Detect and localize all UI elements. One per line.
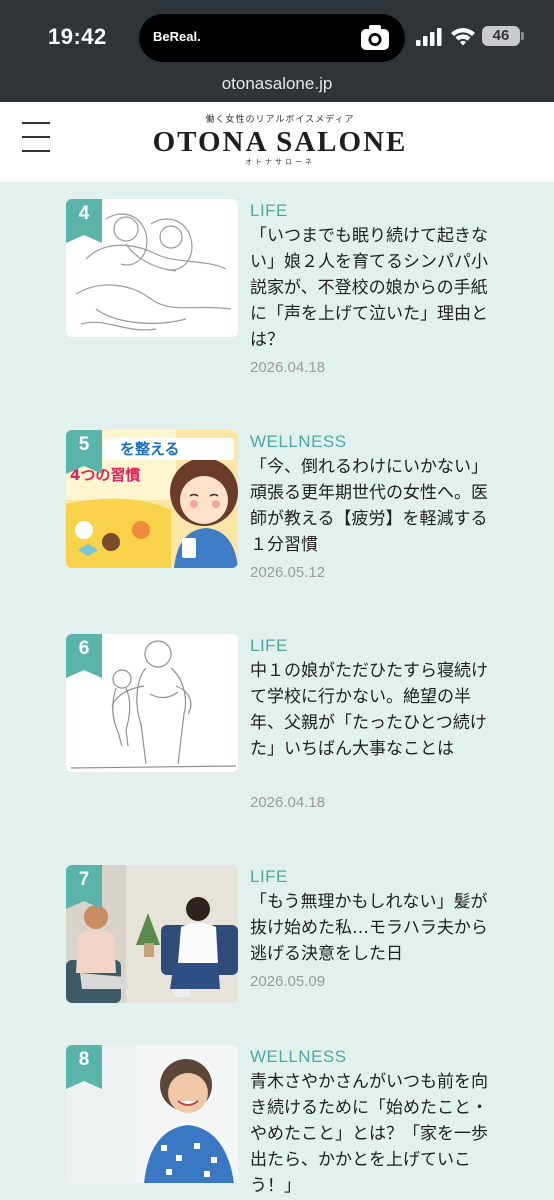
- article-category[interactable]: WELLNESS: [250, 432, 347, 452]
- article-title[interactable]: 「もう無理かもしれない」髪が抜け始めた私…モラハラ夫から逃げる決意をした日: [250, 889, 494, 967]
- article-thumbnail[interactable]: を整える 4つの習慣 5: [66, 430, 238, 568]
- article-title[interactable]: 中１の娘がただひたすら寝続けて学校に行かない。絶望の半年、父親が「たったひとつ続…: [250, 658, 494, 762]
- logo-wordmark: OTONA SALONE: [152, 126, 408, 158]
- article-thumbnail[interactable]: 7: [66, 865, 238, 1003]
- rank-badge: 7: [66, 865, 102, 909]
- article-thumbnail[interactable]: 8: [66, 1045, 238, 1183]
- site-logo[interactable]: 働く女性のリアルボイスメディア OTONA SALONE オトナサローネ: [140, 112, 420, 167]
- rank-badge: 4: [66, 199, 102, 243]
- article-title[interactable]: 「いつまでも眠り続けて起きない」娘２人を育てるシンパパ小説家が、不登校の娘からの…: [250, 223, 494, 353]
- article-thumbnail[interactable]: 4: [66, 199, 238, 337]
- article-category[interactable]: LIFE: [250, 867, 288, 887]
- hamburger-menu-icon[interactable]: [22, 120, 50, 154]
- rank-badge: 6: [66, 634, 102, 678]
- article-card[interactable]: 4 LIFE 「いつまでも眠り続けて起きない」娘２人を育てるシンパパ小説家が、不…: [66, 199, 506, 389]
- url-bar[interactable]: otonasalone.jp: [0, 70, 554, 102]
- article-date: 2026.04.18: [250, 359, 326, 376]
- article-card[interactable]: 6 LIFE 中１の娘がただひたすら寝続けて学校に行かない。絶望の半年、父親が「…: [66, 634, 506, 824]
- thumbnail-caption-1: を整える: [104, 438, 234, 460]
- signal-icon: [416, 28, 442, 46]
- camera-icon: [361, 25, 389, 50]
- site-header: 働く女性のリアルボイスメディア OTONA SALONE オトナサローネ: [0, 102, 554, 182]
- battery-icon: 46: [482, 26, 520, 46]
- article-title[interactable]: 「今、倒れるわけにいかない」頑張る更年期世代の女性へ。医師が教える【疲労】を軽減…: [250, 454, 494, 558]
- rank-badge: 8: [66, 1045, 102, 1089]
- article-card[interactable]: 7 LIFE 「もう無理かもしれない」髪が抜け始めた私…モラハラ夫から逃げる決意…: [66, 865, 506, 1010]
- article-category[interactable]: LIFE: [250, 201, 288, 221]
- article-thumbnail[interactable]: 6: [66, 634, 238, 772]
- wifi-icon: [451, 28, 475, 46]
- status-time: 19:42: [48, 24, 107, 49]
- logo-tagline: 働く女性のリアルボイスメディア: [205, 115, 355, 125]
- article-card[interactable]: 8 WELLNESS 青木さやかさんがいつも前を向き続けるために「始めたこと・や…: [66, 1045, 506, 1200]
- article-card[interactable]: を整える 4つの習慣 5 WELLNESS 「今、倒れるわけにいかない」頑張る更…: [66, 430, 506, 600]
- article-date: 2026.05.09: [250, 973, 326, 990]
- article-category[interactable]: LIFE: [250, 636, 288, 656]
- article-date: 2026.05.12: [250, 564, 326, 581]
- article-category[interactable]: WELLNESS: [250, 1047, 347, 1067]
- island-app-label: BeReal.: [153, 29, 201, 44]
- status-bar: 19:42 BeReal. 46: [0, 0, 554, 70]
- battery-cap: [521, 32, 524, 40]
- article-title[interactable]: 青木さやかさんがいつも前を向き続けるために「始めたこと・やめたこと」とは？「家を…: [250, 1069, 494, 1199]
- rank-badge: 5: [66, 430, 102, 474]
- article-date: 2026.04.18: [250, 794, 326, 811]
- dynamic-island[interactable]: BeReal.: [139, 14, 405, 62]
